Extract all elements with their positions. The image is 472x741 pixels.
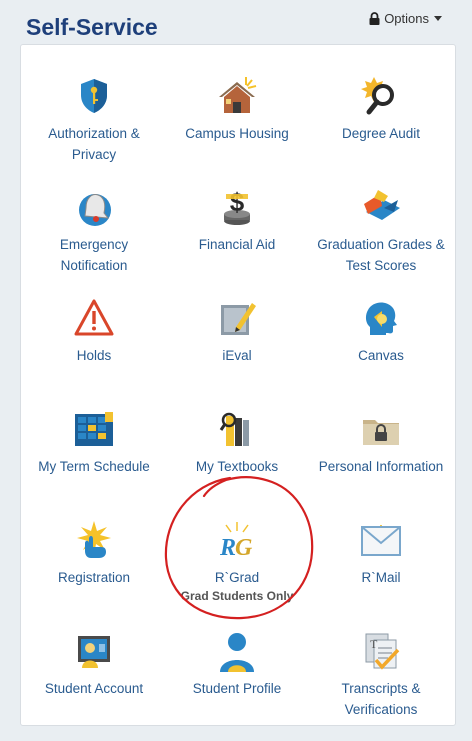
money-stack-icon: $ <box>224 187 250 225</box>
tile-label: Holds <box>76 348 112 363</box>
tile-label: Degree Audit <box>341 126 421 141</box>
tile-label: Student Account <box>44 681 144 696</box>
account-board-icon <box>78 636 110 668</box>
svg-text:$: $ <box>230 187 245 217</box>
page-title: Self-Service <box>26 14 158 40</box>
tile-label: Registration <box>57 570 131 585</box>
tile-registration[interactable]: Registration <box>21 519 167 630</box>
tile-my-term-schedule[interactable]: My Term Schedule <box>21 408 167 519</box>
tile-label: My Textbooks <box>195 459 279 474</box>
caret-down-icon <box>434 16 442 21</box>
svg-text:T: T <box>370 637 378 651</box>
tile-label: Canvas <box>358 348 404 363</box>
tile-student-account[interactable]: Student Account <box>21 630 167 741</box>
shield-key-icon <box>81 79 107 113</box>
tile-label: iEval <box>222 348 252 363</box>
self-service-panel: Authorization & Privacy Campus Housing D… <box>20 44 456 726</box>
house-icon <box>219 77 257 113</box>
options-menu-button[interactable]: Options <box>369 11 442 26</box>
lock-icon <box>369 12 380 25</box>
tile-label: Campus Housing <box>185 126 289 141</box>
hand-star-icon <box>77 521 111 558</box>
calendar-grid-icon <box>75 412 113 446</box>
tile-transcripts-verifications[interactable]: T Transcripts & Verifications <box>307 630 455 741</box>
magnifier-icon <box>361 77 394 115</box>
bell-icon <box>79 194 111 226</box>
documents-icon: T <box>365 633 400 670</box>
tile-personal-information[interactable]: Personal Information <box>307 408 455 519</box>
tile-label: R`Mail <box>361 570 401 585</box>
tile-holds[interactable]: Holds <box>21 297 167 408</box>
tile-label: My Term Schedule <box>38 459 150 474</box>
tile-label: Authorization & Privacy <box>48 126 140 162</box>
tile-my-textbooks[interactable]: My Textbooks <box>167 408 307 519</box>
tile-ieval[interactable]: iEval <box>167 297 307 408</box>
envelope-icon <box>361 525 401 556</box>
tile-label: Financial Aid <box>198 237 276 252</box>
tile-degree-audit[interactable]: Degree Audit <box>307 75 455 186</box>
locked-folder-icon <box>363 420 399 445</box>
tile-label: Emergency Notification <box>59 237 129 273</box>
tile-canvas[interactable]: Canvas <box>307 297 455 408</box>
header: Self-Service Options <box>0 0 472 44</box>
pencil-note-icon <box>221 303 256 335</box>
tile-sublabel: Grad Students Only <box>180 589 294 603</box>
tile-authorization-privacy[interactable]: Authorization & Privacy <box>21 75 167 186</box>
tile-rmail[interactable]: R`Mail <box>307 519 455 630</box>
tile-label: Personal Information <box>318 459 444 474</box>
tile-label: R`Grad <box>214 570 260 585</box>
graduation-icon <box>364 190 400 220</box>
tile-label: Graduation Grades & Test Scores <box>317 237 445 273</box>
svg-text:R: R <box>219 535 236 561</box>
tile-financial-aid[interactable]: $ Financial Aid <box>167 186 307 297</box>
svg-text:G: G <box>235 535 253 561</box>
tile-label: Transcripts & Verifications <box>341 681 421 717</box>
tile-label: Student Profile <box>192 681 282 696</box>
tile-grid: Authorization & Privacy Campus Housing D… <box>21 75 455 741</box>
warning-icon <box>74 299 114 336</box>
books-icon <box>219 412 249 446</box>
head-icon <box>365 302 397 335</box>
tile-rgrad[interactable]: R G R`Grad Grad Students Only <box>167 519 307 630</box>
options-label: Options <box>384 11 429 26</box>
rg-logo-icon: R G <box>219 522 253 561</box>
person-icon <box>220 633 254 672</box>
tile-campus-housing[interactable]: Campus Housing <box>167 75 307 186</box>
tile-student-profile[interactable]: Student Profile <box>167 630 307 741</box>
tile-emergency-notification[interactable]: Emergency Notification <box>21 186 167 297</box>
tile-graduation-grades[interactable]: Graduation Grades & Test Scores <box>307 186 455 297</box>
